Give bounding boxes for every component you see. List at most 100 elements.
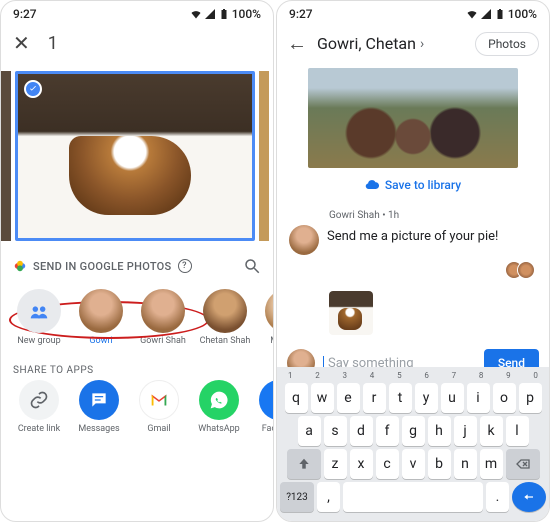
share-to-apps-header: SHARE TO APPS [1, 357, 273, 380]
shared-photo[interactable] [308, 68, 518, 168]
app-whatsapp[interactable]: WhatsApp [191, 380, 247, 434]
app-create-link[interactable]: Create link [11, 380, 67, 434]
key-k[interactable]: k [480, 416, 503, 446]
wifi-icon [190, 8, 202, 20]
key-p[interactable]: p [519, 383, 542, 413]
battery-percent: 100% [232, 7, 261, 21]
kbd-number-hints: 1234567890 [280, 371, 546, 380]
avatar[interactable] [289, 225, 319, 255]
key-m[interactable]: m [480, 449, 503, 479]
key-symbols[interactable]: ?123 [280, 482, 314, 512]
kbd-row-4: ?123 , . [280, 482, 546, 512]
photo-thumb-next[interactable] [259, 71, 269, 241]
share-screen: 9:27 100% ✕ 1 SEND IN GOOGLE PHOTOS ? [0, 0, 274, 522]
contacts-row: New group Gowri Gowri Shah Chetan Shah M… [1, 283, 273, 357]
key-u[interactable]: u [441, 383, 464, 413]
reply-photo-thumb[interactable] [329, 291, 373, 335]
battery-icon [218, 8, 230, 20]
key-b[interactable]: b [428, 449, 451, 479]
conversation-screen: 9:27 100% ← Gowri, Chetan › Photos Save … [276, 0, 550, 522]
facebook-icon [259, 380, 273, 420]
send-in-photos-button[interactable]: SEND IN GOOGLE PHOTOS ? [13, 259, 192, 273]
key-z[interactable]: z [324, 449, 347, 479]
key-s[interactable]: s [324, 416, 347, 446]
close-icon[interactable]: ✕ [13, 31, 30, 55]
signal-icon [204, 8, 216, 20]
pie-image [18, 74, 252, 238]
key-backspace[interactable] [506, 449, 540, 479]
key-t[interactable]: t [389, 383, 412, 413]
key-v[interactable]: v [402, 449, 425, 479]
key-d[interactable]: d [350, 416, 373, 446]
message-row: Send me a picture of your pie! [277, 223, 549, 257]
message-meta: Gowri Shah • 1h [277, 202, 549, 223]
key-shift[interactable] [287, 449, 321, 479]
contact-gowri[interactable]: Gowri [73, 289, 129, 347]
send-label: SEND IN GOOGLE PHOTOS [33, 260, 172, 273]
selected-check-icon[interactable] [24, 80, 42, 98]
key-f[interactable]: f [376, 416, 399, 446]
kbd-row-2: asdfghjkl [280, 416, 546, 446]
signal-icon [480, 8, 492, 20]
app-gmail[interactable]: Gmail [131, 380, 187, 434]
photo-strip[interactable] [1, 71, 273, 241]
status-icons: 100% [466, 7, 537, 21]
app-messages[interactable]: Messages [71, 380, 127, 434]
key-o[interactable]: o [493, 383, 516, 413]
status-bar: 9:27 100% [1, 1, 273, 23]
save-to-library-button[interactable]: Save to library [277, 174, 549, 202]
kbd-row-3: zxcvbnm [280, 449, 546, 479]
key-comma[interactable]: , [317, 482, 340, 512]
back-icon[interactable]: ← [287, 31, 307, 56]
app-facebook[interactable]: Faceboo [251, 380, 273, 434]
key-space[interactable] [343, 482, 483, 512]
key-h[interactable]: h [428, 416, 451, 446]
selection-header: ✕ 1 [1, 23, 273, 63]
key-c[interactable]: c [376, 449, 399, 479]
link-icon [19, 380, 59, 420]
message-reactions[interactable] [277, 257, 549, 281]
status-time: 9:27 [13, 7, 37, 21]
key-r[interactable]: r [363, 383, 386, 413]
gmail-icon [139, 380, 179, 420]
status-icons: 100% [190, 7, 261, 21]
key-e[interactable]: e [337, 383, 360, 413]
keyboard: 1234567890 qwertyuiop asdfghjkl zxcvbnm … [277, 367, 549, 521]
google-photos-icon [13, 259, 27, 273]
search-icon[interactable] [243, 257, 261, 275]
key-y[interactable]: y [415, 383, 438, 413]
cloud-download-icon [365, 178, 379, 192]
battery-percent: 100% [508, 7, 537, 21]
contact-new-group[interactable]: New group [11, 289, 67, 347]
key-i[interactable]: i [467, 383, 490, 413]
photos-button[interactable]: Photos [475, 32, 539, 56]
avatar [265, 289, 273, 333]
help-icon[interactable]: ? [178, 259, 192, 273]
message-text: Send me a picture of your pie! [327, 225, 498, 244]
key-a[interactable]: a [298, 416, 321, 446]
apps-row: Create link Messages Gmail WhatsApp Face… [1, 380, 273, 440]
key-x[interactable]: x [350, 449, 373, 479]
group-icon [17, 289, 61, 333]
key-q[interactable]: q [285, 383, 308, 413]
contact-chetan-shah[interactable]: Chetan Shah [197, 289, 253, 347]
contact-gowri-shah[interactable]: Gowri Shah [135, 289, 191, 347]
key-l[interactable]: l [506, 416, 529, 446]
avatar [141, 289, 185, 333]
wifi-icon [466, 8, 478, 20]
key-enter[interactable] [512, 482, 546, 512]
photo-thumb-prev[interactable] [1, 71, 11, 241]
conversation-title[interactable]: Gowri, Chetan › [317, 34, 465, 53]
conversation-header: ← Gowri, Chetan › Photos [277, 23, 549, 64]
contact-mark[interactable]: Mark Ch [259, 289, 273, 347]
key-j[interactable]: j [454, 416, 477, 446]
send-in-photos-row: SEND IN GOOGLE PHOTOS ? [1, 241, 273, 283]
chevron-right-icon: › [420, 36, 424, 52]
key-period[interactable]: . [486, 482, 509, 512]
key-n[interactable]: n [454, 449, 477, 479]
key-g[interactable]: g [402, 416, 425, 446]
whatsapp-icon [199, 380, 239, 420]
status-time: 9:27 [289, 7, 313, 21]
photo-thumb-selected[interactable] [15, 71, 255, 241]
key-w[interactable]: w [311, 383, 334, 413]
